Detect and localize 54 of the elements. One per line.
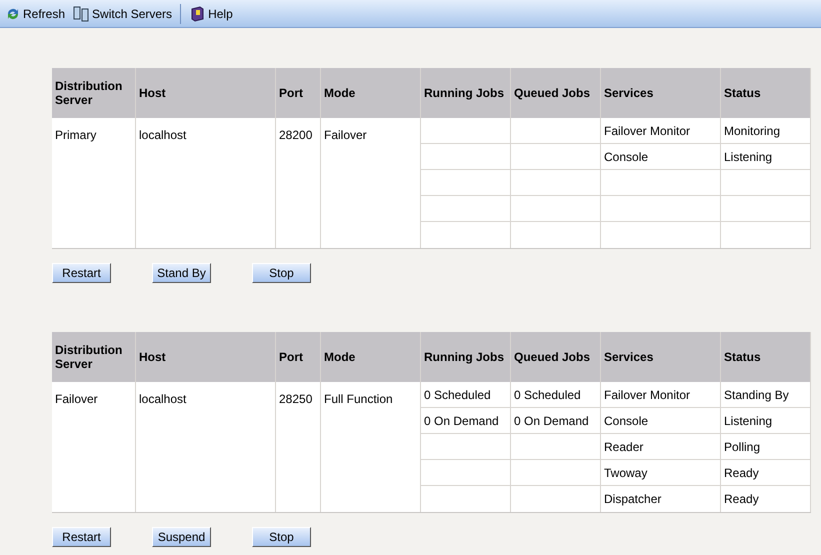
column-header: Host — [136, 332, 276, 382]
table-cell-text: Failover Monitor — [604, 386, 690, 404]
column-header: Distribution Server — [52, 68, 136, 118]
table-cell-text: Standing By — [724, 386, 789, 404]
refresh-button[interactable]: Refresh — [6, 4, 66, 22]
help-button[interactable]: Help — [189, 4, 233, 22]
table-cell-text: 0 On Demand — [514, 412, 589, 430]
table-cell: 28250 — [279, 392, 312, 406]
column-header: Status — [721, 332, 811, 382]
table-cell-text: 0 On Demand — [424, 412, 499, 430]
column-header: Services — [601, 68, 721, 118]
column-header: Host — [136, 68, 276, 118]
column-header: Port — [276, 332, 321, 382]
table-cell: localhost — [139, 128, 186, 142]
table-cell-text: 0 Scheduled — [514, 386, 581, 404]
table-cell-text: Ready — [724, 464, 759, 482]
action-button[interactable]: Stop — [252, 527, 311, 547]
table-cell: Failover — [324, 128, 367, 142]
table-cell-text: Polling — [724, 438, 760, 456]
column-header: Mode — [321, 68, 421, 118]
table-cell-text: Listening — [724, 148, 772, 166]
table-cell-text: Ready — [724, 491, 759, 508]
table-cell: localhost — [139, 392, 186, 406]
column-header: Mode — [321, 332, 421, 382]
action-button[interactable]: Stop — [252, 263, 311, 283]
column-header: Services — [601, 332, 721, 382]
table-cell-text: Monitoring — [724, 122, 780, 140]
table-cell-text: Reader — [604, 438, 644, 456]
action-button[interactable]: Stand By — [152, 263, 211, 283]
column-header: Distribution Server — [52, 332, 136, 382]
table-cell-text: Dispatcher — [604, 491, 662, 508]
column-header: Running Jobs — [421, 68, 511, 118]
table-cell-text: Twoway — [604, 464, 648, 482]
column-header: Status — [721, 68, 811, 118]
table-cell-text: Console — [604, 412, 648, 430]
action-button[interactable]: Restart — [52, 527, 111, 547]
book-icon — [189, 6, 206, 22]
table-cell-text: 0 Scheduled — [424, 386, 491, 404]
refresh-icon — [6, 6, 20, 20]
column-header: Queued Jobs — [511, 332, 601, 382]
table-cell: Failover — [55, 392, 98, 406]
table-cell: Primary — [55, 128, 96, 142]
column-header: Queued Jobs — [511, 68, 601, 118]
action-button[interactable]: Suspend — [152, 527, 211, 547]
switch-servers-button[interactable]: Switch Servers — [73, 4, 172, 22]
action-button[interactable]: Restart — [52, 263, 111, 283]
table-cell-text: Listening — [724, 412, 772, 430]
servers-icon — [73, 6, 90, 22]
column-header: Port — [276, 68, 321, 118]
table-cell-text: Failover Monitor — [604, 122, 690, 140]
table-cell-text: Console — [604, 148, 648, 166]
column-header: Running Jobs — [421, 332, 511, 382]
table-cell: 28200 — [279, 128, 312, 142]
table-cell: Full Function — [324, 392, 393, 406]
